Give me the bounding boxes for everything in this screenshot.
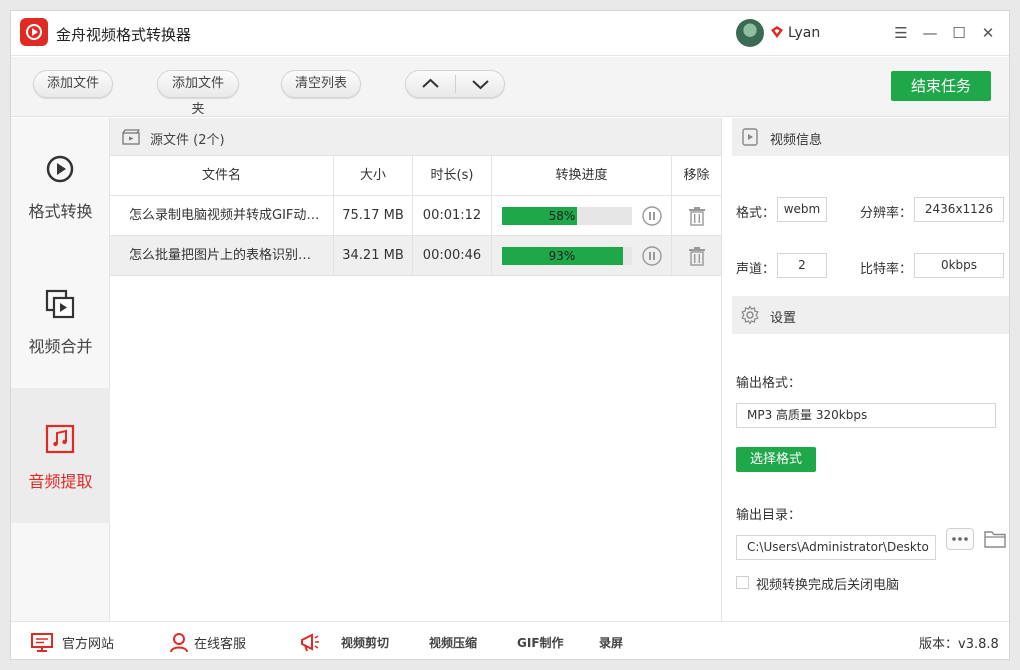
- file-duration: 00:00:46: [413, 236, 492, 276]
- vip-badge-icon: [771, 26, 783, 38]
- pause-icon[interactable]: [642, 206, 662, 226]
- app-logo-icon: [20, 18, 48, 46]
- trash-icon[interactable]: [687, 246, 707, 266]
- file-size: 75.17 MB: [334, 196, 413, 236]
- close-button[interactable]: ✕: [978, 23, 998, 43]
- megaphone-icon: [301, 633, 319, 652]
- toolbar: 添加文件 添加文件夹 清空列表 结束任务: [11, 57, 1009, 117]
- sidebar-item-label: 视频合并: [28, 337, 93, 356]
- add-file-button[interactable]: 添加文件: [33, 70, 113, 98]
- maximize-button[interactable]: ☐: [949, 23, 969, 43]
- progress-bar: 93%: [502, 247, 632, 265]
- table-row[interactable]: 怎么录制电脑视频并转成GIF动… 75.17 MB 00:01:12 58%: [110, 196, 721, 236]
- progress-cell: 93%: [492, 236, 672, 276]
- version-label: 版本：v3.8.8: [919, 637, 999, 652]
- finish-task-button[interactable]: 结束任务: [891, 71, 991, 101]
- video-compress-link[interactable]: 视频压缩: [429, 634, 477, 651]
- channels-label: 声道：: [736, 262, 776, 277]
- bitrate-label: 比特率：: [860, 262, 913, 277]
- customer-service-icon: [170, 633, 188, 653]
- settings-title: 设置: [770, 311, 797, 326]
- move-down-button[interactable]: [456, 71, 505, 97]
- file-table: 文件名 大小 时长(s) 转换进度 移除 怎么录制电脑视频并转成GIF动… 75…: [110, 156, 721, 276]
- more-dots-icon: [952, 537, 968, 541]
- chevron-down-icon: [472, 80, 489, 90]
- gear-icon: [741, 305, 759, 325]
- output-format-field[interactable]: MP3 高质量 320kbps: [736, 403, 996, 428]
- settings-header: 设置: [732, 296, 1009, 334]
- app-title: 金舟视频格式转换器: [56, 26, 192, 44]
- remove-cell: [672, 236, 721, 276]
- username[interactable]: Lyan: [788, 25, 820, 41]
- output-format-label: 输出格式：: [736, 376, 802, 391]
- progress-label: 58%: [548, 209, 576, 223]
- sidebar-item-video-merge[interactable]: 视频合并: [11, 253, 110, 388]
- remove-cell: [672, 196, 721, 236]
- file-duration: 00:01:12: [413, 196, 492, 236]
- progress-cell: 58%: [492, 196, 672, 236]
- sidebar-item-label: 格式转换: [28, 202, 93, 221]
- table-row[interactable]: 怎么批量把图片上的表格识别… 34.21 MB 00:00:46 93%: [110, 236, 721, 276]
- shutdown-checkbox[interactable]: [736, 576, 749, 589]
- sidebar-item-audio-extract[interactable]: 音频提取: [11, 388, 110, 523]
- column-header-duration[interactable]: 时长(s): [413, 156, 492, 196]
- video-info-title: 视频信息: [770, 133, 823, 148]
- sidebar-item-format-convert[interactable]: 格式转换: [11, 118, 110, 253]
- clear-list-button[interactable]: 清空列表: [281, 70, 361, 98]
- monitor-icon: [31, 633, 53, 652]
- browse-more-button[interactable]: [946, 528, 974, 550]
- move-buttons: [405, 70, 505, 98]
- gif-make-link[interactable]: GIF制作: [517, 634, 564, 651]
- official-website-link[interactable]: 官方网站: [62, 633, 114, 652]
- shutdown-label[interactable]: 视频转换完成后关闭电脑: [756, 574, 899, 593]
- output-dir-field[interactable]: C:\Users\Administrator\Deskto: [736, 535, 936, 560]
- progress-bar: 58%: [502, 207, 632, 225]
- source-files-title: 源文件 (2个): [150, 133, 225, 148]
- trash-icon[interactable]: [687, 206, 707, 226]
- right-panel: 视频信息 格式： webm 分辨率： 2436x1126 声道： 2 比特率： …: [721, 118, 1009, 621]
- music-note-icon: [45, 424, 75, 454]
- source-files-header: 源文件 (2个): [110, 118, 721, 156]
- resolution-label: 分辨率：: [860, 206, 913, 221]
- screen-record-link[interactable]: 录屏: [599, 634, 623, 651]
- column-header-size[interactable]: 大小: [334, 156, 413, 196]
- format-label: 格式：: [736, 206, 776, 221]
- video-info-header: 视频信息: [732, 118, 1009, 156]
- chevron-up-icon: [422, 78, 439, 88]
- minimize-button[interactable]: —: [920, 23, 940, 43]
- file-list-panel: 源文件 (2个) 文件名 大小 时长(s) 转换进度 移除 怎么录制电脑视频并转…: [110, 118, 721, 621]
- add-folder-button[interactable]: 添加文件夹: [157, 70, 239, 117]
- format-value: webm: [777, 197, 827, 222]
- merge-icon: [45, 289, 75, 319]
- folder-icon[interactable]: [983, 528, 1007, 550]
- online-support-link[interactable]: 在线客服: [194, 633, 246, 652]
- file-size: 34.21 MB: [334, 236, 413, 276]
- move-up-button[interactable]: [406, 71, 455, 97]
- channels-value: 2: [777, 253, 827, 278]
- status-bar: 官方网站 在线客服 视频剪切 视频压缩 GIF制作 录屏 版本：v3.8.8: [11, 621, 1009, 659]
- convert-icon: [46, 155, 74, 183]
- sidebar-item-label: 音频提取: [28, 472, 93, 491]
- table-header: 文件名 大小 时长(s) 转换进度 移除: [110, 156, 721, 196]
- bitrate-value: 0kbps: [914, 253, 1004, 278]
- pause-icon[interactable]: [642, 246, 662, 266]
- column-header-name[interactable]: 文件名: [110, 156, 334, 196]
- column-header-remove[interactable]: 移除: [672, 156, 721, 196]
- user-avatar[interactable]: [736, 19, 764, 47]
- app-window: 金舟视频格式转换器 Lyan ☰ — ☐ ✕ 添加文件 添加文件夹 清空列表 结…: [10, 10, 1010, 660]
- output-dir-label: 输出目录：: [736, 508, 802, 523]
- sidebar: 格式转换 视频合并 音频提取: [11, 118, 110, 621]
- file-name: 怎么批量把图片上的表格识别…: [110, 236, 334, 276]
- menu-icon[interactable]: ☰: [891, 23, 911, 43]
- resolution-value: 2436x1126: [914, 197, 1004, 222]
- video-file-icon: [742, 128, 758, 146]
- clapperboard-icon: [122, 129, 140, 145]
- progress-label: 93%: [548, 249, 576, 263]
- choose-format-button[interactable]: 选择格式: [736, 447, 816, 472]
- title-bar: 金舟视频格式转换器 Lyan ☰ — ☐ ✕: [11, 11, 1009, 56]
- column-header-progress[interactable]: 转换进度: [492, 156, 672, 196]
- file-name: 怎么录制电脑视频并转成GIF动…: [110, 196, 334, 236]
- video-cut-link[interactable]: 视频剪切: [341, 634, 389, 651]
